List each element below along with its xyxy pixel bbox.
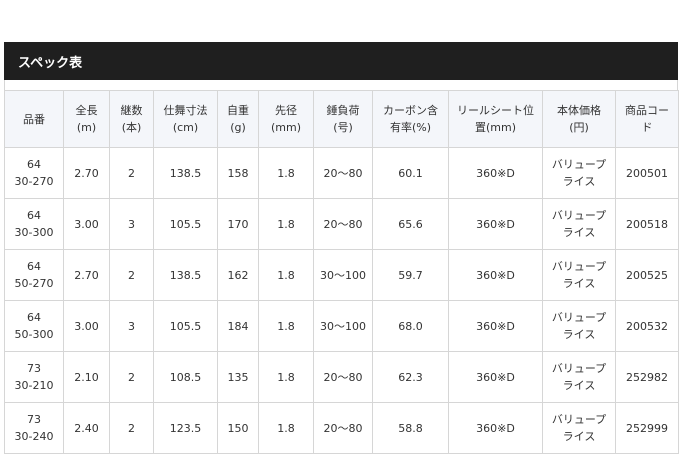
cell-price: バリュープ ライス bbox=[542, 300, 616, 352]
cell-length: 2.70 bbox=[63, 249, 110, 301]
header-row: 品番 全長 (m) 継数 (本) 仕舞寸法 (cm) 自重 (g) 先径 (mm) 錘負荷… bbox=[4, 90, 679, 148]
cell-weight: 162 bbox=[217, 249, 259, 301]
cell-closed-length: 138.5 bbox=[153, 249, 218, 301]
cell-product-code: 252999 bbox=[615, 402, 679, 454]
header-sections: 継数 (本) bbox=[109, 90, 154, 148]
cell-closed-length: 138.5 bbox=[153, 147, 218, 199]
cell-product-code: 200532 bbox=[615, 300, 679, 352]
cell-carbon: 65.6 bbox=[372, 198, 449, 250]
header-model: 品番 bbox=[4, 90, 64, 148]
cell-length: 2.40 bbox=[63, 402, 110, 454]
cell-lure-load: 20～80 bbox=[313, 351, 373, 403]
cell-price: バリュープ ライス bbox=[542, 351, 616, 403]
table-row: 73 30-240 2.40 2 123.5 150 1.8 20～80 58.8 360※D バリ… bbox=[4, 402, 679, 454]
spec-section: スペック表 品番 全長 (m) 継数 (本) 仕舞寸法 (cm) 自重 (g) 先径 (m… bbox=[4, 42, 679, 454]
section-gap bbox=[4, 80, 678, 90]
header-product-code: 商品コード bbox=[615, 90, 679, 148]
cell-product-code: 252982 bbox=[615, 351, 679, 403]
table-row: 64 50-300 3.00 3 105.5 184 1.8 30～100 68.0 360※D バ… bbox=[4, 300, 679, 352]
cell-sections: 2 bbox=[109, 402, 154, 454]
cell-closed-length: 123.5 bbox=[153, 402, 218, 454]
cell-tip-diameter: 1.8 bbox=[258, 402, 314, 454]
cell-model: 73 30-240 bbox=[4, 402, 64, 454]
cell-length: 3.00 bbox=[63, 198, 110, 250]
cell-carbon: 59.7 bbox=[372, 249, 449, 301]
cell-reel-seat: 360※D bbox=[448, 147, 543, 199]
cell-reel-seat: 360※D bbox=[448, 300, 543, 352]
header-weight: 自重 (g) bbox=[217, 90, 259, 148]
cell-sections: 2 bbox=[109, 249, 154, 301]
cell-length: 3.00 bbox=[63, 300, 110, 352]
cell-reel-seat: 360※D bbox=[448, 198, 543, 250]
table-row: 73 30-210 2.10 2 108.5 135 1.8 20～80 62.3 360※D バリ… bbox=[4, 351, 679, 403]
header-lure-load: 錘負荷 (号) bbox=[313, 90, 373, 148]
header-price: 本体価格 (円) bbox=[542, 90, 616, 148]
cell-reel-seat: 360※D bbox=[448, 249, 543, 301]
cell-closed-length: 105.5 bbox=[153, 300, 218, 352]
cell-model: 64 30-270 bbox=[4, 147, 64, 199]
cell-model: 73 30-210 bbox=[4, 351, 64, 403]
cell-price: バリュープ ライス bbox=[542, 147, 616, 199]
cell-product-code: 200525 bbox=[615, 249, 679, 301]
cell-weight: 170 bbox=[217, 198, 259, 250]
cell-price: バリュープ ライス bbox=[542, 249, 616, 301]
cell-lure-load: 20～80 bbox=[313, 198, 373, 250]
cell-weight: 150 bbox=[217, 402, 259, 454]
cell-model: 64 50-270 bbox=[4, 249, 64, 301]
cell-carbon: 58.8 bbox=[372, 402, 449, 454]
cell-price: バリュープ ライス bbox=[542, 198, 616, 250]
cell-model: 64 30-300 bbox=[4, 198, 64, 250]
section-title: スペック表 bbox=[4, 42, 678, 80]
header-tip-diameter: 先径 (mm) bbox=[258, 90, 314, 148]
cell-product-code: 200501 bbox=[615, 147, 679, 199]
cell-weight: 135 bbox=[217, 351, 259, 403]
cell-carbon: 60.1 bbox=[372, 147, 449, 199]
header-length: 全長 (m) bbox=[63, 90, 110, 148]
cell-carbon: 62.3 bbox=[372, 351, 449, 403]
table-row: 64 50-270 2.70 2 138.5 162 1.8 30～100 59.7 360※D バ… bbox=[4, 249, 679, 301]
header-closed-length: 仕舞寸法 (cm) bbox=[153, 90, 218, 148]
cell-length: 2.10 bbox=[63, 351, 110, 403]
cell-lure-load: 30～100 bbox=[313, 300, 373, 352]
cell-tip-diameter: 1.8 bbox=[258, 351, 314, 403]
cell-sections: 3 bbox=[109, 300, 154, 352]
cell-closed-length: 105.5 bbox=[153, 198, 218, 250]
cell-sections: 3 bbox=[109, 198, 154, 250]
header-carbon: カーボン含 有率(%) bbox=[372, 90, 449, 148]
cell-sections: 2 bbox=[109, 147, 154, 199]
cell-weight: 184 bbox=[217, 300, 259, 352]
cell-lure-load: 30～100 bbox=[313, 249, 373, 301]
cell-tip-diameter: 1.8 bbox=[258, 300, 314, 352]
cell-weight: 158 bbox=[217, 147, 259, 199]
cell-lure-load: 20～80 bbox=[313, 147, 373, 199]
table-row: 64 30-270 2.70 2 138.5 158 1.8 20～80 60.1 360※D バリ… bbox=[4, 147, 679, 199]
cell-price: バリュープ ライス bbox=[542, 402, 616, 454]
cell-tip-diameter: 1.8 bbox=[258, 147, 314, 199]
spec-table: 品番 全長 (m) 継数 (本) 仕舞寸法 (cm) 自重 (g) 先径 (mm) 錘負荷… bbox=[4, 90, 679, 454]
cell-tip-diameter: 1.8 bbox=[258, 249, 314, 301]
header-reel-seat: リールシート位 置(mm) bbox=[448, 90, 543, 148]
cell-closed-length: 108.5 bbox=[153, 351, 218, 403]
cell-sections: 2 bbox=[109, 351, 154, 403]
cell-product-code: 200518 bbox=[615, 198, 679, 250]
cell-lure-load: 20～80 bbox=[313, 402, 373, 454]
cell-reel-seat: 360※D bbox=[448, 351, 543, 403]
cell-tip-diameter: 1.8 bbox=[258, 198, 314, 250]
cell-length: 2.70 bbox=[63, 147, 110, 199]
cell-carbon: 68.0 bbox=[372, 300, 449, 352]
table-row: 64 30-300 3.00 3 105.5 170 1.8 20～80 65.6 360※D バリ… bbox=[4, 198, 679, 250]
spec-table-body: 64 30-270 2.70 2 138.5 158 1.8 20～80 60.1 360※D バリ… bbox=[4, 147, 679, 454]
cell-model: 64 50-300 bbox=[4, 300, 64, 352]
cell-reel-seat: 360※D bbox=[448, 402, 543, 454]
